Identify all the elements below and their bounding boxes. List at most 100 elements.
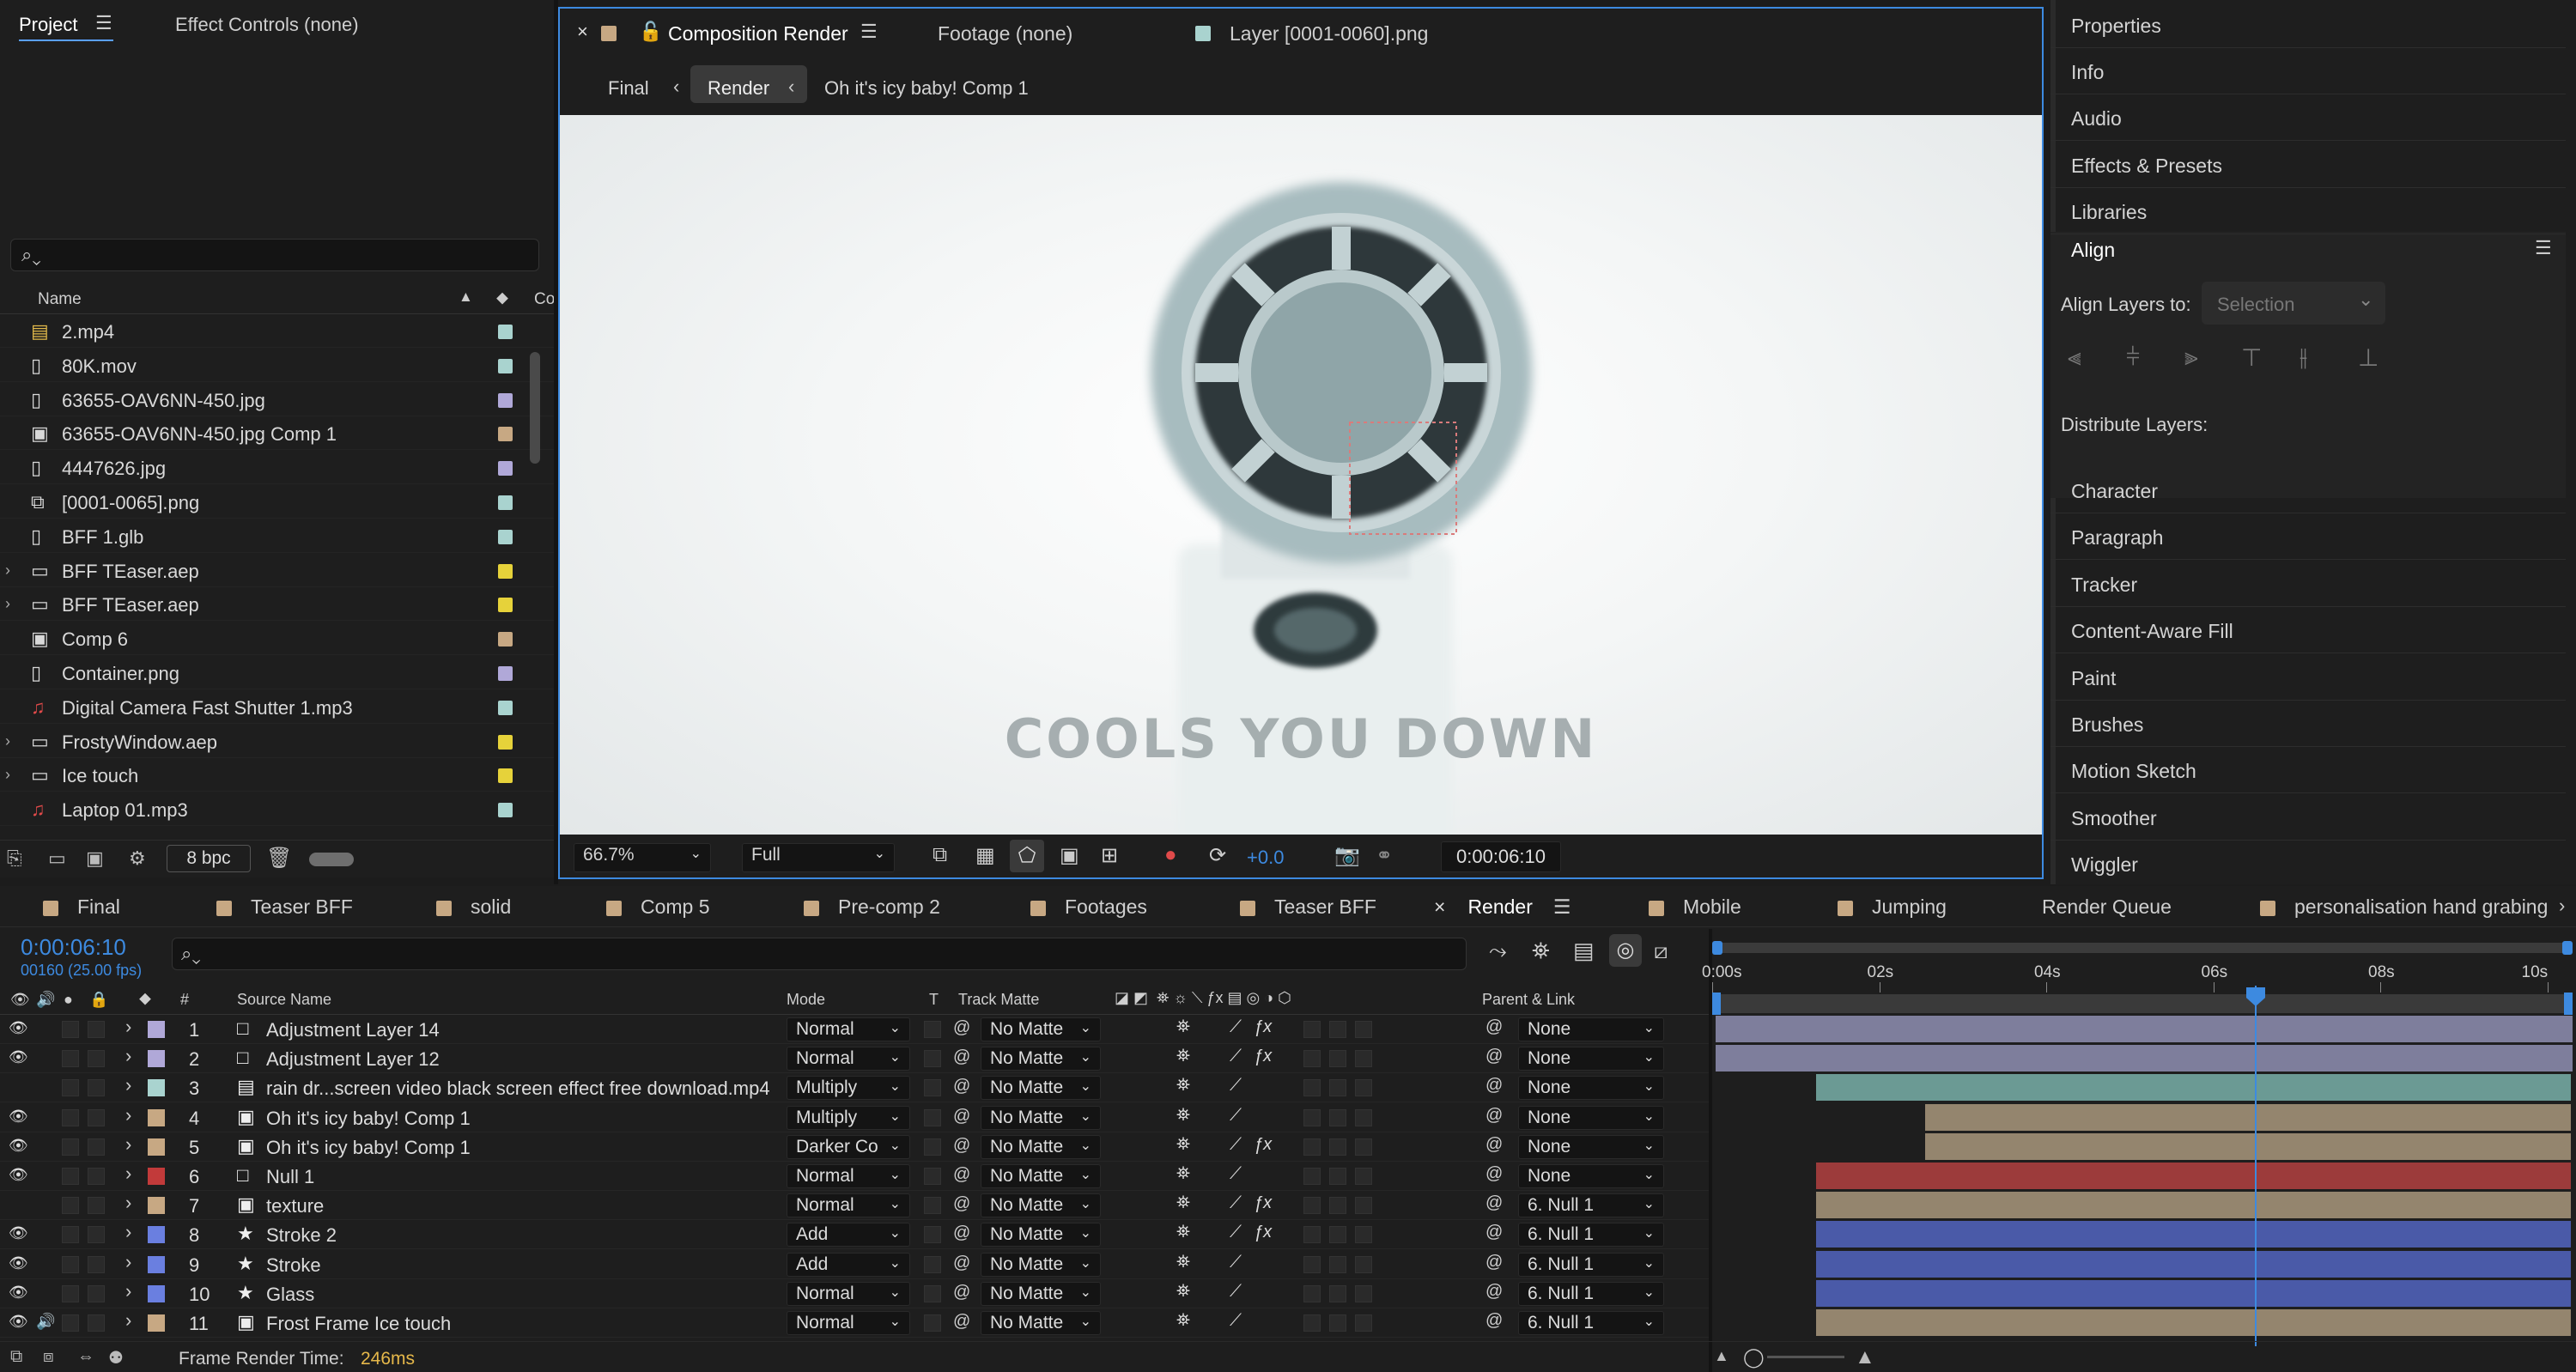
layer-duration-bar[interactable] [1716,1045,2573,1072]
quality-icon[interactable]: ⟋ [1230,1047,1242,1066]
track-matte-select[interactable]: No Matte ⌄ [981,1193,1101,1218]
chevron-right-icon[interactable]: › [125,1104,131,1126]
shy-icon[interactable]: ⛯ [1176,1282,1190,1302]
tab-footage[interactable]: Footage (none) [938,7,1072,60]
parent-select[interactable]: None ⌄ [1518,1134,1664,1159]
pickwhip-icon[interactable]: @ [1485,1311,1503,1331]
quality-icon[interactable]: ⟋ [1230,1076,1242,1096]
shy-icon[interactable]: ⛯ [1176,1076,1190,1096]
zoom-in-icon[interactable]: ▲ [1855,1345,1875,1369]
align-vertical-center-icon[interactable]: ⫲ [2300,343,2307,372]
motion-blur-icon[interactable]: ◎ [1609,934,1642,967]
quality-icon[interactable]: ⟋ [1230,1106,1242,1126]
panel-wiggler[interactable]: Wiggler [2050,842,2566,888]
project-item[interactable]: › ▭ FrostyWindow.aep [0,725,554,758]
shy-icon[interactable]: ⛯ [1176,1164,1190,1184]
layer-name[interactable]: texture [266,1195,324,1217]
render-time-toggle-icon[interactable]: ⚉ [108,1347,124,1369]
mode-select[interactable]: Multiply ⌄ [787,1076,910,1101]
layer-row[interactable]: 👁 › 5 ▣ Oh it's icy baby! Comp 1 Darker Co ⌄ @ N… [0,1132,1709,1162]
align-bottom-icon[interactable]: ⊥ [2358,343,2379,372]
layer-duration-bar[interactable] [1716,1016,2573,1042]
pickwhip-icon[interactable]: @ [1485,1076,1503,1096]
track-matte-select[interactable]: No Matte ⌄ [981,1252,1101,1277]
graph-editor-icon[interactable]: ⧄ [1654,938,1668,965]
preserve-transparency-toggle[interactable] [924,1138,941,1156]
lock-toggle[interactable] [88,1138,105,1156]
adjustment-toggle[interactable] [1329,1197,1346,1215]
adjustment-toggle[interactable] [1329,1021,1346,1038]
lock-toggle[interactable] [88,1284,105,1302]
solo-toggle[interactable] [62,1079,79,1097]
mode-select[interactable]: Add ⌄ [787,1252,910,1277]
pickwhip-icon[interactable]: @ [1485,1223,1503,1242]
pickwhip-icon[interactable]: @ [1485,1017,1503,1037]
motion-blur-toggle[interactable] [1303,1197,1321,1215]
label-color-swatch[interactable] [498,803,513,818]
project-item[interactable]: ▯ Container.png [0,657,554,689]
shy-icon[interactable]: ⛯ [1176,1311,1190,1331]
panel-smoother[interactable]: Smoother [2050,796,2566,841]
timeline-tab[interactable]: Teaser BFF [216,886,353,927]
3d-toggle[interactable] [1355,1226,1372,1244]
link-icon[interactable]: @ [953,1107,970,1126]
adjustment-toggle[interactable] [1329,1314,1346,1332]
adjustment-toggle[interactable] [1329,1050,1346,1068]
mask-visibility-icon[interactable]: ⬠ [1010,840,1044,872]
color-channels-icon[interactable]: ● [1164,843,1177,867]
mode-select[interactable]: Multiply ⌄ [787,1105,910,1130]
eye-icon[interactable]: 👁 [9,1048,28,1066]
preserve-transparency-toggle[interactable] [924,1108,941,1126]
mode-select[interactable]: Add ⌄ [787,1223,910,1248]
composition-canvas[interactable]: COOLS YOU DOWN [560,115,2042,835]
panel-info[interactable]: Info [2050,50,2566,95]
quality-icon[interactable]: ⟋ [1230,1135,1242,1155]
parent-select[interactable]: None ⌄ [1518,1105,1664,1130]
shy-icon[interactable]: ⛯ [1176,1223,1190,1242]
chevron-right-icon[interactable]: › [125,1045,131,1067]
lock-toggle[interactable] [88,1197,105,1215]
motion-blur-toggle[interactable] [1303,1255,1321,1273]
3d-toggle[interactable] [1355,1168,1372,1185]
adjustment-toggle[interactable] [1329,1138,1346,1156]
new-folder-icon[interactable]: ▭ [48,847,66,870]
link-icon[interactable]: @ [953,1077,970,1096]
layer-name[interactable]: Null 1 [266,1166,314,1188]
project-search-input[interactable]: ⌕⌄ [10,239,539,271]
project-item[interactable]: ▯ BFF 1.glb [0,520,554,553]
preserve-transparency-toggle[interactable] [924,1050,941,1068]
lock-toggle[interactable] [88,1050,105,1068]
column-comment[interactable]: Co [534,290,555,309]
fx-icon[interactable]: ƒx [1254,1017,1272,1037]
project-item[interactable]: ♫ Laptop 01.mp3 [0,793,554,827]
lock-toggle[interactable] [88,1226,105,1244]
layer-name[interactable]: Glass [266,1284,314,1306]
tab-effect-controls[interactable]: Effect Controls (none) [175,14,359,36]
timeline-search-input[interactable]: ⌕⌄ [172,938,1467,970]
project-item[interactable]: › ▭ BFF TEaser.aep [0,555,554,587]
chevron-right-icon[interactable]: › [125,1074,131,1096]
track-matte-select[interactable]: No Matte ⌄ [981,1076,1101,1101]
layer-name[interactable]: Frost Frame Ice touch [266,1313,451,1335]
close-tab-icon[interactable]: × [1434,895,1445,918]
exposure-value[interactable]: +0.0 [1247,847,1284,869]
trash-icon[interactable]: 🗑 [266,846,292,871]
chevron-right-icon[interactable]: › [5,562,10,580]
panel-motion-sketch[interactable]: Motion Sketch [2050,749,2566,794]
shy-icon[interactable]: ⛯ [1176,1253,1190,1272]
parent-select[interactable]: None ⌄ [1518,1164,1664,1188]
3d-toggle[interactable] [1355,1079,1372,1097]
quality-icon[interactable]: ⟋ [1230,1193,1242,1213]
shy-icon[interactable]: ⛯ [1176,1193,1190,1213]
layer-label-swatch[interactable] [148,1255,165,1273]
shy-icon[interactable]: ⛯ [1176,1017,1190,1037]
layer-row[interactable]: 👁 › 1 □ Adjustment Layer 14 Normal ⌄ @ No Matte ⌄… [0,1015,1709,1044]
align-horizontal-center-icon[interactable]: ⫩ [2126,343,2140,372]
timeline-current-time[interactable]: 0:00:06:10 [21,934,126,961]
track-matte-select[interactable]: No Matte ⌄ [981,1223,1101,1248]
preserve-transparency-toggle[interactable] [924,1284,941,1302]
label-color-swatch[interactable] [498,632,513,647]
shy-icon[interactable]: ⛯ [1176,1106,1190,1126]
new-composition-icon[interactable]: ▣ [86,847,104,870]
layer-name[interactable]: rain dr...screen video black screen effe… [266,1078,770,1100]
